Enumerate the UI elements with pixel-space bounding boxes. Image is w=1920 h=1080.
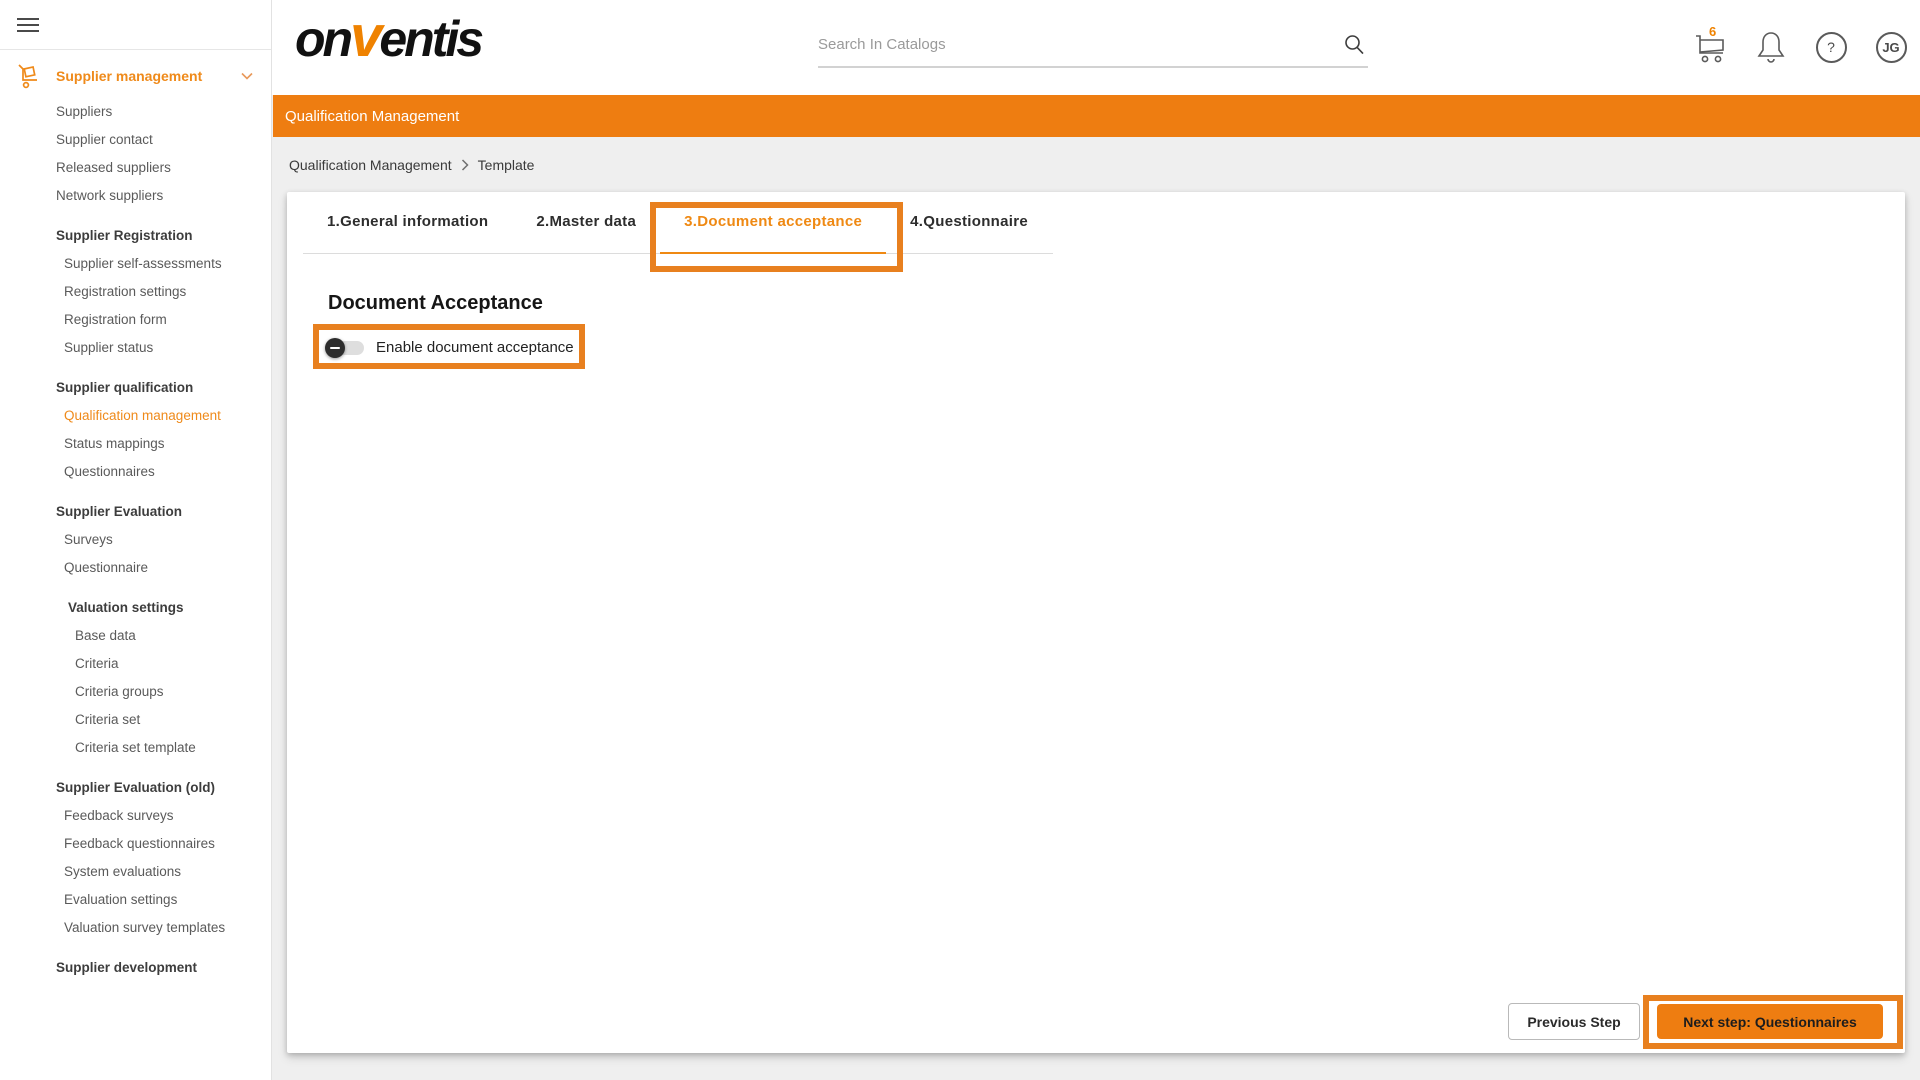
sidebar-item-released-suppliers[interactable]: Released suppliers [0, 154, 271, 182]
sidebar-item-surveys[interactable]: Surveys [0, 526, 271, 554]
help-button[interactable]: ? [1812, 28, 1850, 66]
toggle-knob [325, 338, 345, 358]
sidebar-item-valuation-survey-templates[interactable]: Valuation survey templates [0, 914, 271, 942]
tab-document-acceptance[interactable]: 3.Document acceptance [660, 213, 886, 254]
breadcrumb-qualification-management[interactable]: Qualification Management [289, 157, 452, 173]
sidebar-section-supplier-evaluation: Supplier Evaluation [0, 498, 271, 526]
breadcrumb-chevron-icon [461, 159, 469, 171]
sidebar-section-supplier-qualification: Supplier qualification [0, 374, 271, 402]
question-icon: ? [1816, 32, 1847, 63]
sidebar-item-system-evaluations[interactable]: System evaluations [0, 858, 271, 886]
wizard-tabs: 1.General information 2.Master data 3.Do… [303, 192, 1053, 254]
chevron-down-icon [241, 72, 253, 80]
sidebar-item-questionnaire[interactable]: Questionnaire [0, 554, 271, 582]
menu-hamburger-icon[interactable] [17, 14, 39, 36]
sidebar-item-registration-settings[interactable]: Registration settings [0, 278, 271, 306]
enable-document-acceptance-row: Enable document acceptance [328, 339, 1905, 356]
tab-master-data[interactable]: 2.Master data [512, 213, 660, 254]
sidebar-section-valuation-settings: Valuation settings [0, 594, 271, 622]
previous-step-button[interactable]: Previous Step [1508, 1003, 1640, 1040]
toggle-label: Enable document acceptance [376, 339, 574, 356]
template-wizard-card: 1.General information 2.Master data 3.Do… [287, 192, 1905, 1053]
logo-part-entis: entis [379, 11, 481, 67]
sidebar-item-criteria-set[interactable]: Criteria set [0, 706, 271, 734]
sidebar-item-supplier-self-assessments[interactable]: Supplier self-assessments [0, 250, 271, 278]
sidebar: Supplier management Suppliers Supplier c… [0, 0, 272, 1080]
sidebar-item-network-suppliers[interactable]: Network suppliers [0, 182, 271, 210]
logo-part-v: v [350, 4, 379, 69]
header-icons: 6 ? JG [1692, 28, 1910, 66]
enable-document-acceptance-toggle[interactable] [328, 341, 364, 355]
sidebar-section-supplier-evaluation-old: Supplier Evaluation (old) [0, 774, 271, 802]
sidebar-item-criteria-groups[interactable]: Criteria groups [0, 678, 271, 706]
sidebar-section-supplier-registration: Supplier Registration [0, 222, 271, 250]
sidebar-header [0, 0, 271, 50]
sidebar-item-qualification-management[interactable]: Qualification management [0, 402, 271, 430]
sidebar-section-supplier-development: Supplier development [0, 954, 271, 982]
catalog-search [818, 24, 1368, 68]
sidebar-item-base-data[interactable]: Base data [0, 622, 271, 650]
app-header: onventis 6 ? JG [0, 0, 1920, 95]
minus-icon [330, 347, 340, 349]
sidebar-root-label: Supplier management [56, 68, 241, 84]
cart-button[interactable]: 6 [1692, 28, 1730, 66]
onventis-logo: onventis [295, 8, 481, 68]
sidebar-item-supplier-status[interactable]: Supplier status [0, 334, 271, 362]
notifications-button[interactable] [1752, 28, 1790, 66]
sidebar-item-supplier-management[interactable]: Supplier management [0, 58, 271, 94]
sidebar-item-criteria[interactable]: Criteria [0, 650, 271, 678]
sidebar-item-suppliers[interactable]: Suppliers [0, 98, 271, 126]
tab-general-information[interactable]: 1.General information [303, 213, 512, 254]
tab-questionnaire[interactable]: 4.Questionnaire [886, 213, 1052, 254]
logo-part-on: on [295, 11, 350, 67]
module-title: Qualification Management [285, 108, 459, 125]
sidebar-item-registration-form[interactable]: Registration form [0, 306, 271, 334]
breadcrumb-template[interactable]: Template [478, 157, 535, 173]
sidebar-item-criteria-set-template[interactable]: Criteria set template [0, 734, 271, 762]
sidebar-item-evaluation-settings[interactable]: Evaluation settings [0, 886, 271, 914]
module-title-bar: Qualification Management [273, 95, 1920, 137]
sidebar-item-questionnaires[interactable]: Questionnaires [0, 458, 271, 486]
cart-badge: 6 [1709, 24, 1716, 39]
avatar-initials: JG [1876, 32, 1907, 63]
next-step-button[interactable]: Next step: Questionnaires [1657, 1004, 1883, 1039]
sidebar-nav: Suppliers Supplier contact Released supp… [0, 98, 271, 982]
user-avatar[interactable]: JG [1872, 28, 1910, 66]
search-input[interactable] [818, 24, 1318, 64]
search-icon[interactable] [1342, 32, 1366, 56]
sidebar-item-status-mappings[interactable]: Status mappings [0, 430, 271, 458]
sidebar-item-feedback-questionnaires[interactable]: Feedback questionnaires [0, 830, 271, 858]
supplier-management-cart-icon [15, 62, 43, 90]
breadcrumb: Qualification Management Template [273, 137, 1920, 192]
sidebar-item-feedback-surveys[interactable]: Feedback surveys [0, 802, 271, 830]
page-title: Document Acceptance [328, 292, 1905, 315]
sidebar-item-supplier-contact[interactable]: Supplier contact [0, 126, 271, 154]
